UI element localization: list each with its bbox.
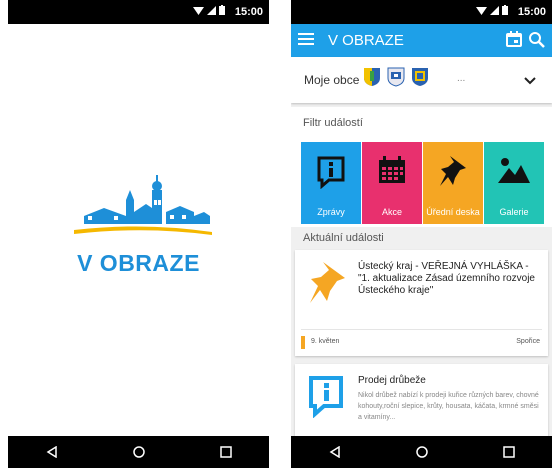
home-icon[interactable] — [132, 446, 145, 458]
event-card[interactable]: Ústecký kraj - VEŘEJNÁ VYHLÁŠKA - "1. ak… — [295, 250, 548, 356]
wifi-icon — [193, 6, 204, 15]
recents-icon[interactable] — [219, 446, 232, 458]
pin-icon — [423, 155, 483, 189]
municipality-crests — [363, 67, 429, 87]
navigation-bar — [8, 436, 269, 468]
info-icon — [307, 374, 345, 423]
home-icon[interactable] — [415, 446, 428, 458]
pin-icon — [307, 260, 347, 311]
calendar-icon[interactable] — [506, 31, 522, 52]
app-title: V OBRAZE — [328, 32, 404, 49]
search-icon[interactable] — [528, 31, 545, 53]
filter-tile-gallery[interactable]: Galerie — [484, 142, 544, 224]
crest-icon[interactable] — [387, 67, 405, 87]
signal-icon — [490, 5, 499, 15]
status-time: 15:00 — [517, 6, 546, 18]
tile-label: Akce — [381, 207, 402, 217]
calendar-icon — [362, 155, 422, 185]
status-icons — [476, 5, 508, 15]
info-icon — [301, 155, 361, 189]
event-title: Prodej drůbeže — [358, 375, 426, 386]
my-municipalities[interactable]: Moje obce ... — [291, 57, 552, 103]
event-place: Spořice — [516, 338, 540, 345]
hamburger-menu-icon[interactable] — [298, 32, 314, 51]
status-bar: 15:00 — [291, 0, 552, 24]
my-municipalities-label: Moje obce — [304, 73, 360, 87]
tile-label: Úřední deska — [426, 207, 480, 217]
event-date: 9. květen — [311, 338, 340, 345]
card-divider — [301, 329, 542, 330]
app-logo — [74, 172, 212, 251]
tile-label: Galerie — [499, 207, 529, 217]
wifi-icon — [476, 6, 487, 15]
battery-icon — [502, 5, 508, 15]
chevron-down-icon[interactable] — [524, 72, 536, 90]
status-icons — [193, 5, 225, 15]
main-screen: 15:00 V OBRAZE Moje obce ... Filtr událo… — [291, 0, 552, 468]
navigation-bar — [291, 436, 552, 468]
crest-icon[interactable] — [363, 67, 381, 87]
signal-icon — [207, 5, 216, 15]
tile-label: Zprávy — [317, 207, 345, 217]
filter-tile-board[interactable]: Úřední deska — [423, 142, 483, 224]
filter-tile-news[interactable]: Zprávy — [301, 142, 361, 224]
event-description: Nikol drůbež nabízí k prodeji kuřice růz… — [358, 392, 539, 421]
battery-icon — [219, 5, 225, 15]
splash-screen: 15:00 V OBRAZE — [8, 0, 269, 468]
filter-heading: Filtr událostí — [303, 117, 363, 129]
status-time: 15:00 — [234, 6, 263, 18]
status-bar: 15:00 — [8, 0, 269, 24]
events-heading: Aktuální události — [303, 232, 384, 244]
app-bar: V OBRAZE — [291, 24, 552, 57]
filter-tile-events[interactable]: Akce — [362, 142, 422, 224]
filter-tiles: Zprávy Akce Úřední deska Galerie — [301, 142, 544, 224]
event-filter: Filtr událostí Zprávy Akce Úřední deska — [291, 107, 552, 227]
image-icon — [484, 155, 544, 185]
more-municipalities[interactable]: ... — [457, 73, 465, 84]
date-marker — [301, 336, 305, 349]
splash-app-name: V OBRAZE — [77, 250, 200, 276]
event-title: Ústecký kraj - VEŘEJNÁ VYHLÁŠKA - "1. ak… — [358, 261, 535, 296]
back-icon[interactable] — [329, 446, 341, 458]
back-icon[interactable] — [46, 446, 58, 458]
event-card[interactable]: Prodej drůbeže Nikol drůbež nabízí k pro… — [295, 364, 548, 439]
recents-icon[interactable] — [502, 446, 515, 458]
crest-icon[interactable] — [411, 67, 429, 87]
